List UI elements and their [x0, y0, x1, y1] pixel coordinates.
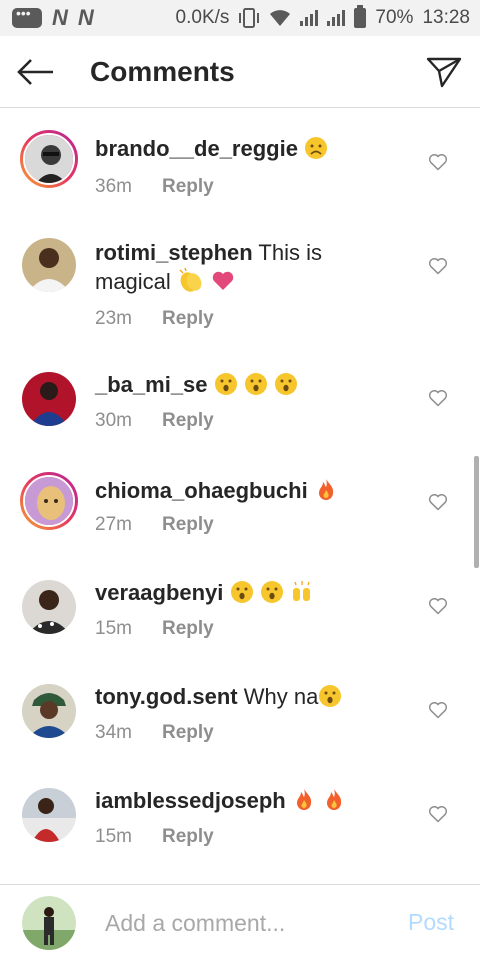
n-icon: N	[77, 5, 94, 30]
comment-meta: 15m Reply	[95, 618, 214, 640]
comment-username[interactable]: iamblessedjoseph	[95, 788, 286, 813]
comment-username[interactable]: _ba_mi_se	[95, 372, 208, 397]
comment-text: tony.god.sent Why na	[95, 682, 395, 711]
wow-emoji-icon	[214, 373, 237, 395]
like-heart-icon[interactable]	[428, 804, 448, 824]
wow-emoji-icon	[260, 581, 283, 603]
like-heart-icon[interactable]	[428, 492, 448, 512]
avatar[interactable]	[20, 236, 78, 294]
comment-text: _ba_mi_se	[95, 370, 395, 399]
comment-text: iamblessedjoseph	[95, 786, 395, 815]
like-heart-icon[interactable]	[428, 596, 448, 616]
wow-emoji-icon	[274, 373, 297, 395]
send-icon	[426, 57, 462, 87]
n-icon: N	[52, 5, 68, 30]
scrollbar[interactable]	[474, 456, 479, 568]
like-heart-icon[interactable]	[428, 256, 448, 276]
reply-button[interactable]: Reply	[162, 514, 214, 536]
wow-emoji-icon	[230, 581, 253, 603]
reply-button[interactable]: Reply	[162, 618, 214, 640]
comment-time: 23m	[95, 308, 132, 329]
fire-emoji-icon	[296, 789, 312, 810]
comment-meta: 15m Reply	[95, 826, 214, 848]
post-button[interactable]: Post	[408, 909, 454, 936]
reply-button[interactable]: Reply	[162, 176, 214, 198]
signal-icon	[300, 10, 319, 26]
wifi-icon	[270, 10, 291, 26]
like-heart-icon[interactable]	[428, 152, 448, 172]
avatar[interactable]	[20, 578, 78, 636]
heart-emoji-icon	[212, 271, 234, 290]
vibrate-icon	[239, 8, 260, 28]
clapping-hands-icon	[179, 267, 202, 292]
avatar[interactable]	[20, 130, 78, 188]
signal-icon	[327, 10, 346, 26]
fire-emoji-icon	[327, 789, 342, 810]
reply-button[interactable]: Reply	[162, 826, 214, 848]
comment-meta: 27m Reply	[95, 514, 214, 536]
wow-emoji-icon	[319, 685, 342, 707]
comment-time: 30m	[95, 410, 132, 431]
like-heart-icon[interactable]	[428, 700, 448, 720]
clock: 13:28	[422, 7, 470, 28]
frown-emoji-icon	[305, 137, 328, 159]
comments-header: Comments	[0, 36, 480, 108]
comment-username[interactable]: rotimi_stephen	[95, 240, 253, 265]
comment-meta: 34m Reply	[95, 722, 214, 744]
comment-composer: Post	[0, 884, 480, 960]
avatar[interactable]	[20, 682, 78, 740]
comment-time: 34m	[95, 722, 132, 743]
battery-level: 70%	[375, 7, 414, 28]
own-avatar	[22, 896, 76, 950]
status-bar: N N 0.0K/s 70% 13:28	[0, 0, 480, 36]
comment-text: veraagbenyi	[95, 578, 395, 607]
fire-emoji-icon	[318, 479, 333, 500]
share-button[interactable]	[408, 36, 480, 108]
comment-text: rotimi_stephen This is magical	[95, 238, 395, 296]
avatar[interactable]	[20, 370, 78, 428]
comment-username[interactable]: chioma_ohaegbuchi	[95, 478, 308, 503]
comment-username[interactable]: veraagbenyi	[95, 580, 223, 605]
comment-time: 15m	[95, 618, 132, 639]
back-arrow-icon	[17, 58, 53, 85]
reply-button[interactable]: Reply	[162, 410, 214, 432]
comment-username[interactable]: tony.god.sent	[95, 684, 238, 709]
message-icon	[12, 5, 42, 28]
comment-time: 27m	[95, 514, 132, 535]
comment-meta: 36m Reply	[95, 176, 214, 198]
comment-input[interactable]	[105, 907, 385, 939]
comment-time: 36m	[95, 176, 132, 197]
like-heart-icon[interactable]	[428, 388, 448, 408]
comment-text: brando__de_reggie	[95, 134, 395, 163]
avatar[interactable]	[20, 472, 78, 530]
net-speed: 0.0K/s	[175, 7, 230, 28]
reply-button[interactable]: Reply	[162, 308, 214, 330]
reply-button[interactable]: Reply	[162, 722, 214, 744]
page-title: Comments	[90, 55, 235, 87]
battery-icon	[354, 5, 367, 28]
comment-username[interactable]: brando__de_reggie	[95, 136, 298, 161]
comment-body: Why na	[243, 684, 319, 709]
wow-emoji-icon	[244, 373, 267, 395]
back-button[interactable]	[0, 36, 72, 108]
avatar[interactable]	[20, 786, 78, 844]
comment-meta: 30m Reply	[95, 410, 214, 432]
raising-hands-icon	[292, 581, 310, 601]
comment-time: 15m	[95, 826, 132, 847]
comment-text: chioma_ohaegbuchi	[95, 476, 395, 505]
comment-meta: 23m Reply	[95, 308, 214, 330]
